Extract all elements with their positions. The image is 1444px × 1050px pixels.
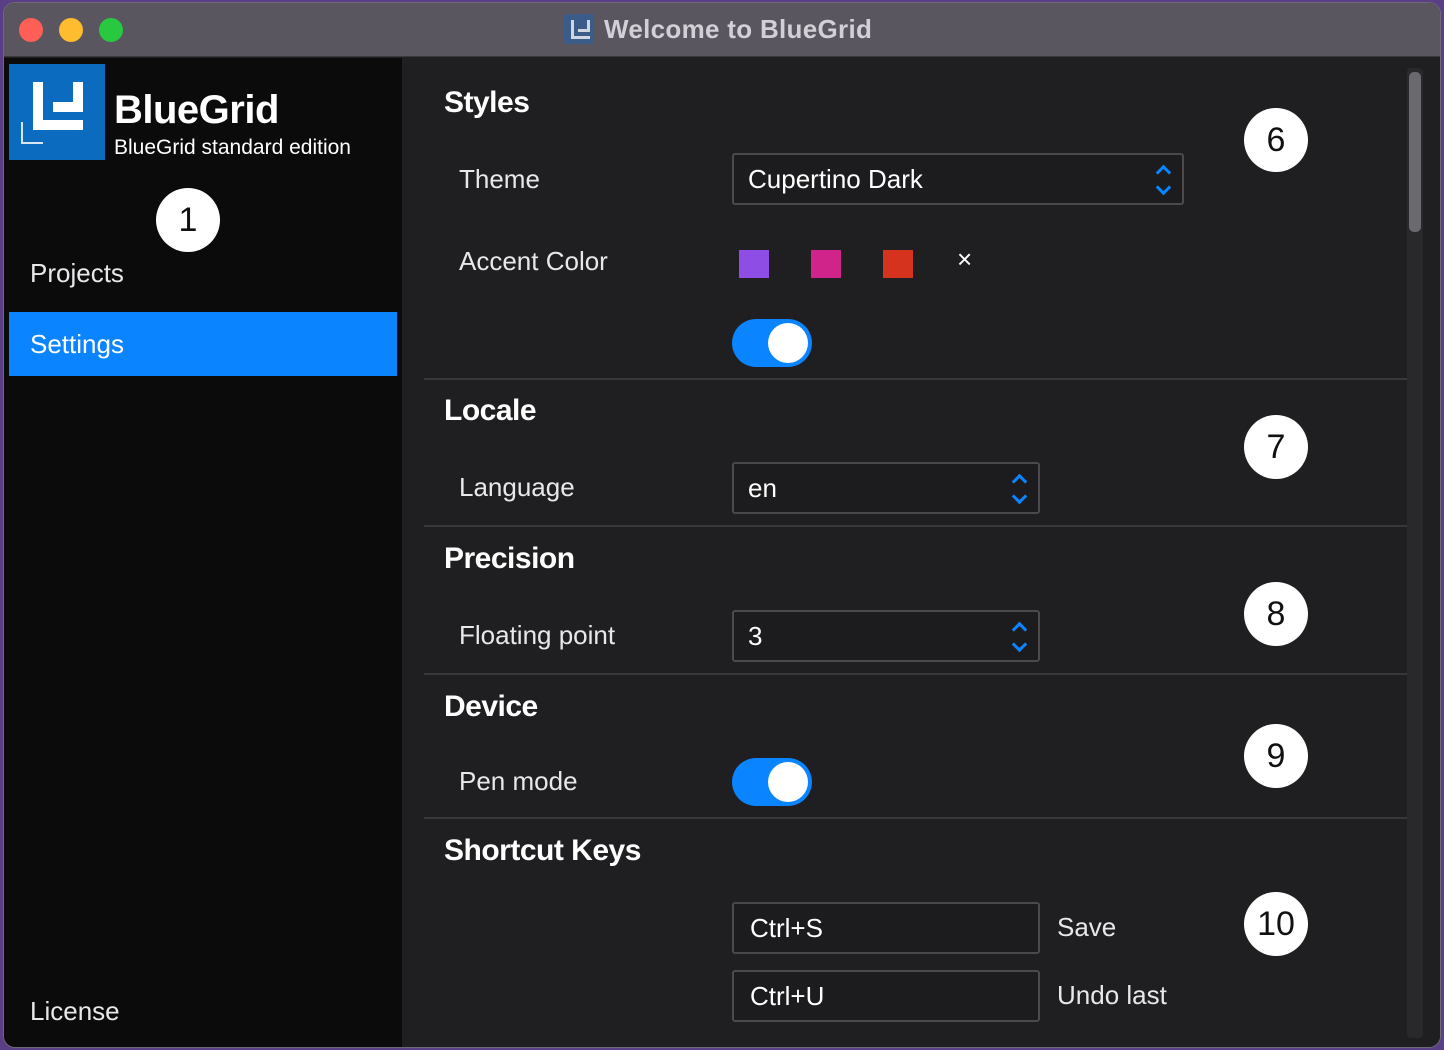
section-divider bbox=[424, 673, 1407, 675]
section-title-shortcuts: Shortcut Keys bbox=[444, 834, 641, 867]
settings-panel: Styles Theme Cupertino Dark Accent Color… bbox=[402, 58, 1440, 1047]
chevron-updown-icon bbox=[1010, 618, 1028, 656]
section-divider bbox=[424, 525, 1407, 527]
app-icon bbox=[564, 14, 594, 44]
brand-name: BlueGrid bbox=[114, 88, 279, 132]
section-divider bbox=[424, 817, 1407, 819]
scrollbar-thumb[interactable] bbox=[1409, 72, 1421, 232]
styles-toggle[interactable] bbox=[732, 319, 812, 367]
callout-badge-10: 10 bbox=[1244, 892, 1308, 956]
bluegrid-logo-icon bbox=[9, 64, 105, 160]
callout-badge-9: 9 bbox=[1244, 724, 1308, 788]
sidebar-item-projects[interactable]: Projects bbox=[9, 241, 397, 305]
callout-badge-8: 8 bbox=[1244, 582, 1308, 646]
floating-point-value: 3 bbox=[748, 621, 763, 651]
language-label: Language bbox=[459, 472, 575, 502]
callout-badge-7: 7 bbox=[1244, 415, 1308, 479]
window-title: Welcome to BlueGrid bbox=[604, 13, 873, 44]
theme-label: Theme bbox=[459, 164, 540, 194]
accent-swatch-purple[interactable] bbox=[739, 250, 769, 278]
section-title-precision: Precision bbox=[444, 542, 575, 575]
title-bar[interactable]: Welcome to BlueGrid bbox=[4, 3, 1440, 57]
shortcut-save-label: Save bbox=[1057, 912, 1117, 942]
shortcut-undo-label: Undo last bbox=[1057, 980, 1167, 1010]
window-title-group: Welcome to BlueGrid bbox=[564, 11, 872, 47]
sidebar-item-settings[interactable]: Settings bbox=[9, 312, 397, 376]
floating-point-label: Floating point bbox=[459, 620, 616, 650]
accent-swatch-red[interactable] bbox=[883, 250, 913, 278]
callout-badge-6: 6 bbox=[1244, 108, 1308, 172]
section-divider bbox=[424, 378, 1407, 380]
brand-subtitle: BlueGrid standard edition bbox=[114, 136, 351, 159]
accent-swatch-magenta[interactable] bbox=[811, 250, 841, 278]
floating-point-stepper[interactable]: 3 bbox=[732, 610, 1040, 662]
shortcut-undo-field[interactable]: Ctrl+U bbox=[732, 970, 1040, 1022]
theme-select[interactable]: Cupertino Dark bbox=[732, 153, 1184, 205]
sidebar-item-license[interactable]: License bbox=[9, 979, 397, 1043]
pen-mode-label: Pen mode bbox=[459, 766, 578, 796]
section-title-device: Device bbox=[444, 690, 538, 723]
toggle-knob bbox=[768, 323, 808, 363]
zoom-window-button[interactable] bbox=[99, 18, 123, 42]
chevron-updown-icon bbox=[1010, 470, 1028, 508]
close-window-button[interactable] bbox=[19, 18, 43, 42]
shortcut-save-field[interactable]: Ctrl+S bbox=[732, 902, 1040, 954]
section-title-styles: Styles bbox=[444, 86, 530, 119]
chevron-updown-icon bbox=[1154, 161, 1172, 199]
section-title-locale: Locale bbox=[444, 394, 537, 427]
toggle-knob bbox=[768, 762, 808, 802]
theme-value: Cupertino Dark bbox=[748, 164, 923, 194]
minimize-window-button[interactable] bbox=[59, 18, 83, 42]
clear-accent-icon[interactable]: × bbox=[957, 244, 972, 275]
pen-mode-toggle[interactable] bbox=[732, 758, 812, 806]
vertical-scrollbar[interactable] bbox=[1407, 68, 1423, 1038]
accent-color-label: Accent Color bbox=[459, 246, 608, 276]
language-select[interactable]: en bbox=[732, 462, 1040, 514]
app-window: Welcome to BlueGrid BlueGrid BlueGrid st… bbox=[3, 2, 1441, 1048]
language-value: en bbox=[748, 473, 777, 503]
sidebar: BlueGrid BlueGrid standard edition 1 Pro… bbox=[4, 58, 402, 1047]
